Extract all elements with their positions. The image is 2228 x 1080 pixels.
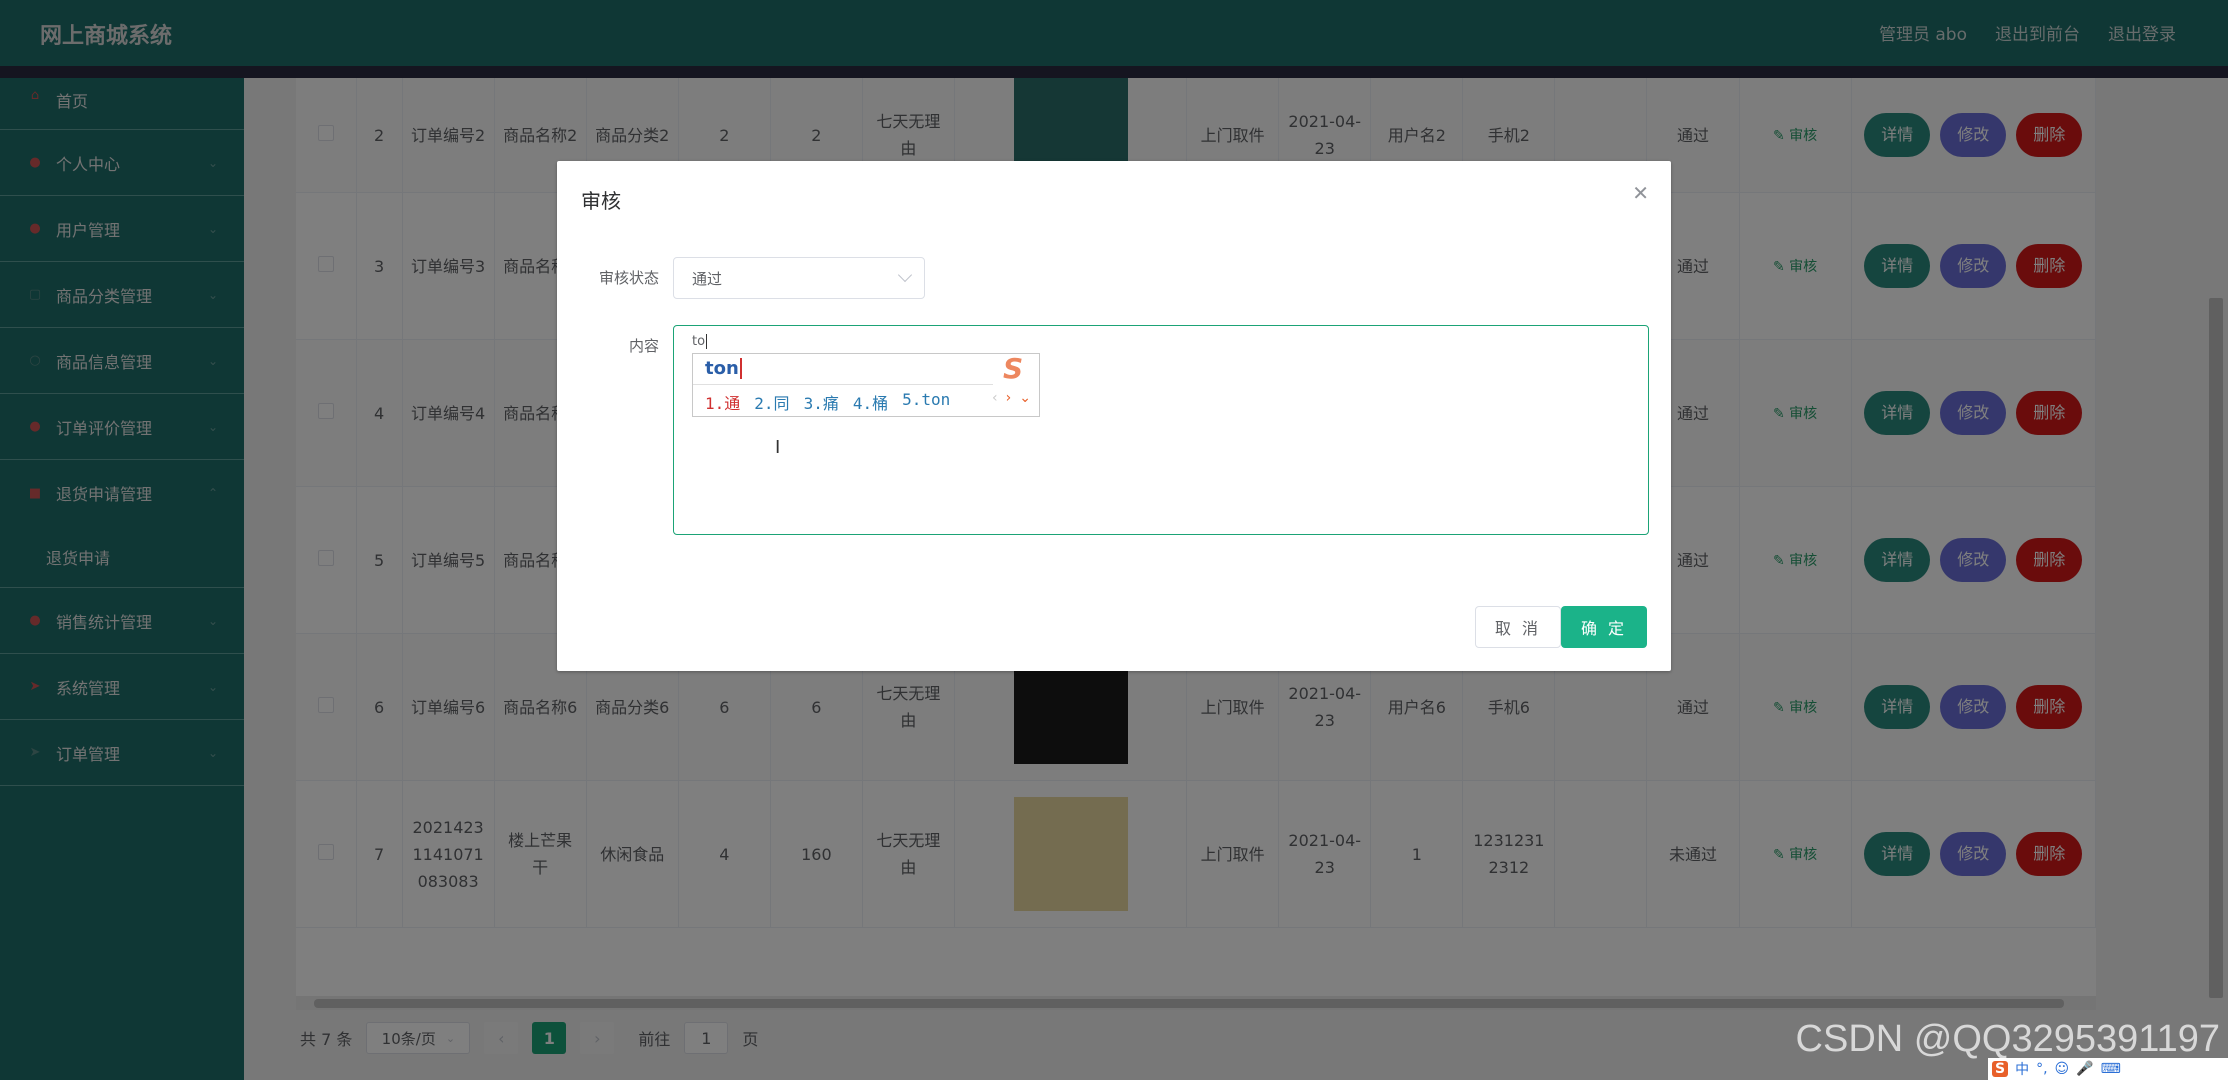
sogou-logo-icon: S	[1992, 1061, 2009, 1077]
text-cursor-icon: I	[775, 437, 781, 458]
ime-candidate-popup: ton S 1.通 2.同 3.痛 4.桶 5.ton ‹ › ⌄	[692, 352, 1040, 417]
ime-candidates: 1.通 2.同 3.痛 4.桶 5.ton	[705, 390, 950, 414]
chevron-down-icon	[897, 267, 913, 283]
content-value: to	[692, 334, 706, 349]
audit-status-label: 审核状态	[598, 269, 659, 287]
ime-punctuation[interactable]: °,	[2036, 1061, 2047, 1077]
next-page-icon[interactable]: ›	[1006, 390, 1012, 406]
confirm-button[interactable]: 确 定	[1561, 606, 1647, 648]
audit-status-value: 通过	[692, 269, 723, 288]
prev-page-icon[interactable]: ‹	[992, 390, 998, 406]
ime-divider	[693, 384, 993, 385]
ime-toolbar: S 中 °, ☺ 🎤 ⌨	[1988, 1058, 2228, 1080]
ime-composition: ton	[705, 358, 742, 379]
ime-nav: ‹ › ⌄	[992, 390, 1031, 406]
watermark: CSDN @QQ3295391197	[1795, 1018, 2220, 1060]
ime-mode-chinese[interactable]: 中	[2015, 1059, 2029, 1079]
sogou-logo-icon: S	[1003, 352, 1024, 385]
expand-icon[interactable]: ⌄	[1019, 390, 1031, 406]
dialog-title: 审核	[581, 189, 621, 213]
microphone-icon[interactable]: 🎤	[2076, 1061, 2093, 1077]
keyboard-icon[interactable]: ⌨	[2101, 1061, 2121, 1077]
audit-status-select[interactable]: 通过	[673, 257, 925, 299]
close-icon[interactable]: ✕	[1632, 181, 1649, 205]
ime-candidate[interactable]: 4.桶	[853, 390, 888, 414]
audit-dialog: 审核 ✕ 审核状态 通过 内容 to ton S 1.通 2.同 3.痛 4.桶…	[557, 161, 1671, 671]
ime-candidate[interactable]: 5.ton	[902, 390, 950, 414]
emoji-icon[interactable]: ☺	[2055, 1061, 2070, 1077]
ime-candidate[interactable]: 1.通	[705, 390, 740, 414]
cancel-button[interactable]: 取 消	[1475, 606, 1561, 648]
ime-candidate[interactable]: 2.同	[754, 390, 789, 414]
ime-composition-text: ton	[705, 358, 739, 379]
content-label: 内容	[628, 337, 659, 355]
ime-candidate[interactable]: 3.痛	[804, 390, 839, 414]
